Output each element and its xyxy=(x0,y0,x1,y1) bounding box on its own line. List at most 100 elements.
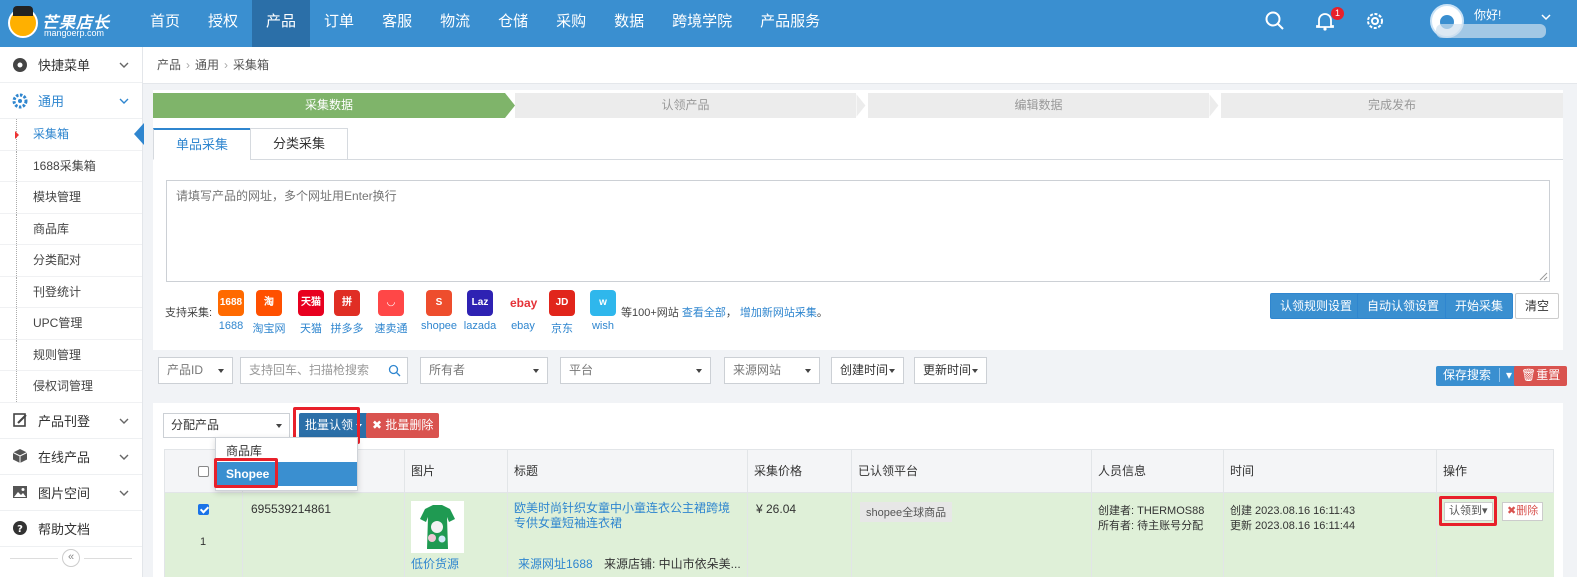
column-header-image: 图片 xyxy=(404,450,435,494)
auto-claim-button[interactable]: 自动认领设置 xyxy=(1357,293,1450,319)
nav-item[interactable]: 采购 xyxy=(542,0,600,47)
step-claim-product: 认领产品 xyxy=(515,93,856,118)
view-all-link[interactable]: 查看全部 xyxy=(682,307,726,319)
sidebar-subitem-upc[interactable]: UPC管理 xyxy=(0,308,142,340)
source-site-select[interactable]: 来源网站 xyxy=(724,357,820,384)
sidebar-subitem-rules[interactable]: 规则管理 xyxy=(0,339,142,371)
search-input[interactable]: 支持回车、扫描枪搜索 xyxy=(240,357,408,384)
nav-item[interactable]: 物流 xyxy=(426,0,484,47)
start-collect-button[interactable]: 开始采集 xyxy=(1445,293,1514,319)
tab-category-collect[interactable]: 分类采集 xyxy=(250,128,349,160)
source-url-link[interactable]: 来源网址1688 xyxy=(518,555,593,572)
product-thumbnail[interactable] xyxy=(411,501,464,553)
breadcrumb-item[interactable]: 通用 xyxy=(195,58,219,72)
divider xyxy=(10,558,58,559)
platform-tag: shopee全球商品 xyxy=(860,502,953,522)
row-index: 1 xyxy=(200,536,207,548)
site-京东[interactable]: JD 京东 xyxy=(540,290,584,336)
brand-domain: mangoerp.com xyxy=(44,28,105,38)
sidebar-item-label: 帮助文档 xyxy=(38,521,91,537)
step-arrow xyxy=(1209,93,1220,118)
owner-select[interactable]: 所有者 xyxy=(420,357,548,384)
site-logo-icon: JD xyxy=(549,290,575,316)
sidebar-item-help[interactable]: ? 帮助文档 xyxy=(0,511,142,547)
caret-down-icon[interactable]: ▾ xyxy=(1499,368,1513,382)
site-速卖通[interactable]: ◡ 速卖通 xyxy=(369,290,413,336)
table-row[interactable]: 1 695539214861 低价货源 欧美时尚针织女童中小童连衣公主裙跨境专供… xyxy=(164,493,1554,577)
product-title-link[interactable]: 欧美时尚针织女童中小童连衣公主裙跨境专供女童短袖连衣裙 xyxy=(514,501,739,531)
save-search-button[interactable]: 保存搜索 ▾ xyxy=(1436,366,1520,386)
sidebar-subitem-category-match[interactable]: 分类配对 xyxy=(0,245,142,277)
sidebar-item-listing[interactable]: 产品刊登 xyxy=(0,403,142,439)
logo[interactable]: 芒果店长 mangoerp.com xyxy=(8,6,138,40)
claim-rules-button[interactable]: 认领规则设置 xyxy=(1270,293,1363,319)
nav-item[interactable]: 授权 xyxy=(194,0,252,47)
sidebar-subitem-infringement[interactable]: 侵权词管理 xyxy=(0,371,142,403)
updated-time-sort[interactable]: 更新时间 xyxy=(914,357,987,384)
sidebar-subitem-template[interactable]: 模块管理 xyxy=(0,182,142,214)
site-logo-icon: S xyxy=(426,290,452,316)
column-header-time: 时间 xyxy=(1223,450,1254,494)
delete-row-button[interactable]: ✖删除 xyxy=(1502,502,1544,521)
sidebar-subitem-product-library[interactable]: 商品库 xyxy=(0,213,142,245)
nav-item[interactable]: 客服 xyxy=(368,0,426,47)
caret-down-icon xyxy=(218,369,224,373)
sidebar-subitem-collect-box[interactable]: 采集箱 xyxy=(0,119,142,151)
nav-item[interactable]: 跨境学院 xyxy=(658,0,746,47)
batch-delete-button[interactable]: ✖ 批量删除 xyxy=(366,413,440,438)
sidebar-item-label: 快捷菜单 xyxy=(38,58,91,73)
breadcrumb-item[interactable]: 产品 xyxy=(157,58,181,72)
site-logo-icon: ◡ xyxy=(378,290,404,316)
site-logo-icon: w xyxy=(590,290,616,316)
select-all-checkbox[interactable] xyxy=(198,466,209,477)
sort-icon xyxy=(972,369,978,373)
tab-single-collect[interactable]: 单品采集 xyxy=(153,128,252,160)
sidebar-item-label: 通用 xyxy=(38,94,65,109)
platform-select[interactable]: 平台 xyxy=(560,357,711,384)
search-icon[interactable] xyxy=(1264,10,1286,32)
nav-item[interactable]: 仓储 xyxy=(484,0,542,47)
site-淘宝网[interactable]: 淘淘宝网 xyxy=(247,290,291,336)
sidebar-subitem-1688-collect[interactable]: 1688采集箱 xyxy=(0,150,142,182)
row-checkbox[interactable] xyxy=(198,504,209,515)
site-logo-icon: 拼 xyxy=(334,290,360,316)
collapse-sidebar-button[interactable]: « xyxy=(62,549,80,567)
sidebar-subitem-listing-stats[interactable]: 刊登统计 xyxy=(0,276,142,308)
assign-product-select[interactable]: 分配产品 xyxy=(163,413,290,438)
nav-item[interactable]: 首页 xyxy=(136,0,194,47)
button-label: 重置 xyxy=(1536,368,1561,382)
product-url-input[interactable] xyxy=(166,180,1550,282)
site-ebay[interactable]: ebay ebay xyxy=(501,290,545,332)
sidebar-item-shortcut[interactable]: 快捷菜单 xyxy=(0,47,142,83)
site-拼多多[interactable]: 拼拼多多 xyxy=(325,290,369,336)
image-icon xyxy=(13,486,27,498)
sort-label: 更新时间 xyxy=(923,363,972,377)
add-site-link[interactable]: 增加新网站采集 xyxy=(740,307,817,319)
product-id-select[interactable]: 产品ID xyxy=(158,357,233,384)
resize-handle-icon[interactable] xyxy=(1539,272,1548,281)
divider xyxy=(84,558,132,559)
reset-button[interactable]: 🗑重置 xyxy=(1514,366,1568,386)
sidebar-item-image-space[interactable]: 图片空间 xyxy=(0,475,142,511)
low-price-source-link[interactable]: 低价货源 xyxy=(411,555,459,572)
site-lazada[interactable]: Laz lazada xyxy=(458,290,502,332)
chevron-down-icon[interactable] xyxy=(1540,11,1552,23)
settings-icon[interactable] xyxy=(1364,10,1386,32)
sidebar-item-online-products[interactable]: 在线产品 xyxy=(0,439,142,475)
search-icon[interactable] xyxy=(388,364,401,377)
greeting-text: 你好! xyxy=(1474,8,1502,22)
nav-item[interactable]: 产品 xyxy=(252,0,311,47)
support-label: 支持采集: xyxy=(165,307,213,319)
site-shopee[interactable]: Sshopee xyxy=(417,290,461,332)
nav-item[interactable]: 数据 xyxy=(600,0,658,47)
sidebar-item-general[interactable]: 通用 xyxy=(0,83,142,119)
nav-item[interactable]: 订单 xyxy=(310,0,368,47)
active-indicator-arrow-icon xyxy=(134,123,144,145)
created-time-sort[interactable]: 创建时间 xyxy=(831,357,904,384)
compass-icon xyxy=(13,57,27,72)
more-sites-text: 等100+网站 查看全部， 增加新网站采集。 xyxy=(621,304,828,320)
site-wish[interactable]: w wish xyxy=(581,290,625,332)
breadcrumb-item: 采集箱 xyxy=(233,58,270,72)
nav-item[interactable]: 产品服务 xyxy=(746,0,834,47)
clear-button[interactable]: 清空 xyxy=(1515,293,1560,319)
